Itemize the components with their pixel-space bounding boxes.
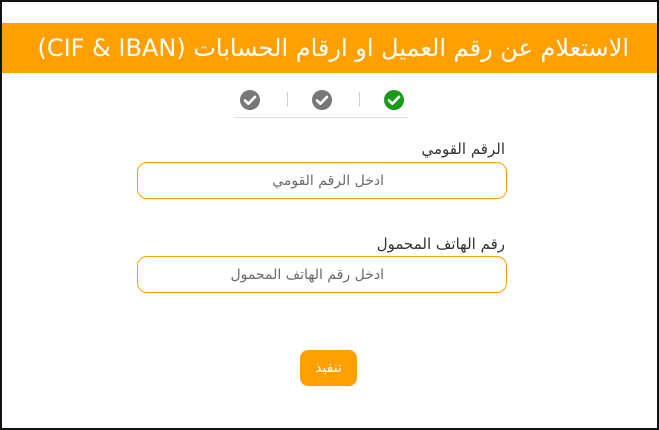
submit-button[interactable]: تنفيذ	[300, 350, 357, 386]
page-header: الاستعلام عن رقم العميل او ارقام الحسابا…	[2, 23, 657, 73]
step-indicator	[234, 86, 409, 118]
page-frame: الاستعلام عن رقم العميل او ارقام الحسابا…	[0, 0, 659, 430]
step-2-check-icon	[311, 89, 333, 111]
mobile-number-field-container	[137, 256, 507, 293]
step-divider	[287, 92, 288, 107]
national-id-label: الرقم القومي	[421, 140, 505, 158]
national-id-input[interactable]	[138, 163, 506, 198]
page-title: الاستعلام عن رقم العميل او ارقام الحسابا…	[37, 34, 629, 62]
step-3-check-icon	[383, 89, 405, 111]
mobile-number-label: رقم الهاتف المحمول	[376, 235, 505, 253]
step-1-check-icon	[239, 89, 261, 111]
mobile-number-input[interactable]	[138, 257, 506, 292]
step-divider	[359, 92, 360, 107]
national-id-field-container	[137, 162, 507, 199]
